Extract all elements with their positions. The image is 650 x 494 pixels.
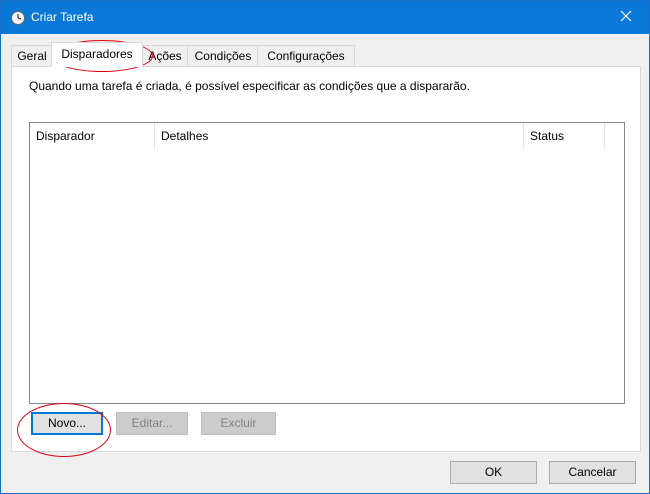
tab-settings[interactable]: Configurações <box>257 45 355 66</box>
clock-icon <box>10 10 26 26</box>
create-task-window: Criar Tarefa Geral Disparadores Ações Co… <box>0 0 650 494</box>
triggers-table[interactable]: Disparador Detalhes Status <box>29 122 625 404</box>
column-header-trigger[interactable]: Disparador <box>30 123 154 149</box>
ok-button[interactable]: OK <box>450 461 537 484</box>
column-header-status[interactable]: Status <box>524 123 604 149</box>
edit-trigger-button[interactable]: Editar... <box>116 412 188 435</box>
close-button[interactable] <box>603 1 649 34</box>
column-header-details[interactable]: Detalhes <box>155 123 523 149</box>
triggers-description: Quando uma tarefa é criada, é possível e… <box>29 79 470 93</box>
triggers-panel: Quando uma tarefa é criada, é possível e… <box>11 66 641 452</box>
cancel-button[interactable]: Cancelar <box>549 461 636 484</box>
window-title: Criar Tarefa <box>31 10 94 24</box>
column-separator[interactable] <box>604 123 605 149</box>
close-icon <box>620 10 632 25</box>
delete-trigger-button[interactable]: Excluir <box>201 412 276 435</box>
tab-conditions[interactable]: Condições <box>187 45 259 66</box>
tab-actions[interactable]: Ações <box>141 45 189 66</box>
new-trigger-button[interactable]: Novo... <box>31 412 103 435</box>
tab-general[interactable]: Geral <box>11 45 53 66</box>
title-bar: Criar Tarefa <box>1 1 649 34</box>
tab-triggers[interactable]: Disparadores <box>51 42 143 67</box>
